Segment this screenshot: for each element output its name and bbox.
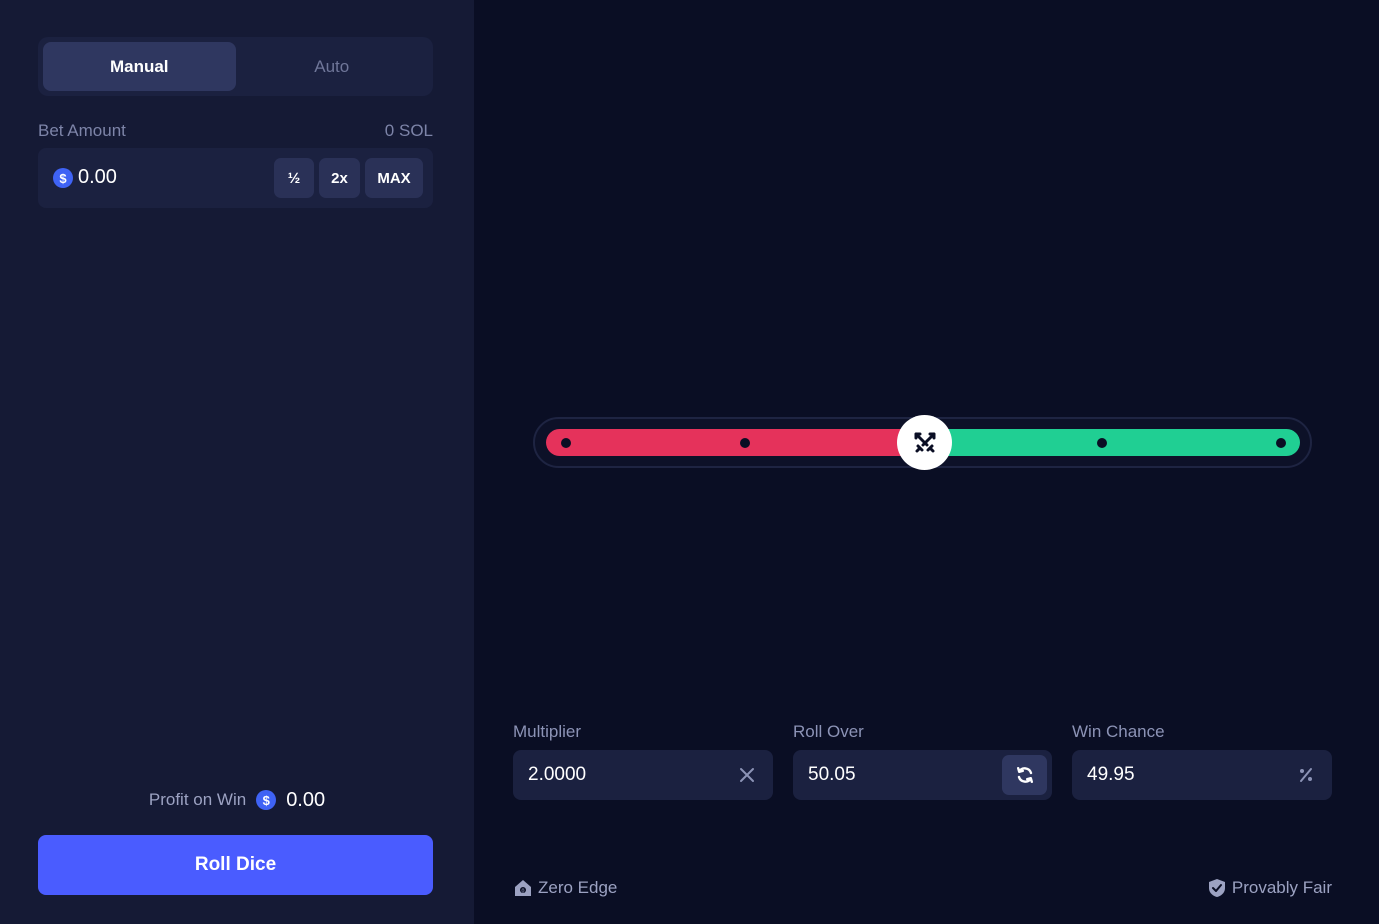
slider-lose-range [546,429,926,456]
slider-tick [740,438,750,448]
roll-over-field[interactable]: 50.05 [793,750,1052,800]
win-chance-field[interactable]: 49.95 [1072,750,1332,800]
bet-amount-label: Bet Amount [38,121,126,140]
tab-auto[interactable]: Auto [236,42,429,91]
multiplier-field[interactable]: 2.0000 [513,750,773,800]
roll-over-value[interactable]: 50.05 [808,764,856,786]
double-bet-button[interactable]: 2x [319,158,360,198]
slider-tick [561,438,571,448]
provably-fair-link[interactable]: Provably Fair [1207,878,1332,898]
roll-dice-button[interactable]: Roll Dice [38,835,433,895]
win-chance-value[interactable]: 49.95 [1087,764,1135,786]
max-bet-button[interactable]: MAX [365,158,423,198]
win-chance-label: Win Chance [1072,722,1165,741]
half-bet-button[interactable]: ½ [274,158,314,198]
swap-roll-button[interactable] [1002,755,1047,795]
mode-toggle: Manual Auto [38,37,433,96]
coin-icon: $ [256,790,277,810]
multiplier-label: Multiplier [513,722,582,741]
slider-win-range [926,429,1300,456]
slider-handle[interactable] [897,415,952,470]
slider-tick [1276,438,1286,448]
provably-fair-label: Provably Fair [1231,878,1332,897]
percent-icon [1296,765,1316,785]
slider-tick [1097,438,1107,448]
bet-sidebar: Manual Auto Bet Amount 0 SOL $ 0.00 ½ 2x… [0,0,474,924]
house-icon: 0 [515,880,531,896]
bet-amount-value[interactable]: 0.00 [78,166,117,189]
coin-icon: $ [53,168,73,188]
tab-manual[interactable]: Manual [43,42,236,91]
bet-amount-field[interactable]: $ 0.00 ½ 2x MAX [38,148,433,208]
zero-edge-label: Zero Edge [538,878,618,897]
multiplier-value[interactable]: 2.0000 [528,764,586,786]
profit-on-win: Profit on Win $ 0.00 [0,788,474,812]
bet-balance: 0 SOL [384,121,433,140]
crossed-swords-icon [914,432,935,452]
svg-text:0: 0 [521,889,524,895]
dice-slider[interactable] [533,415,1312,470]
profit-label: Profit on Win [148,790,247,809]
roll-over-label: Roll Over [793,722,864,741]
close-icon [737,765,757,785]
refresh-icon [1016,767,1033,783]
zero-edge-link[interactable]: 0 Zero Edge [513,878,617,898]
profit-value: 0.00 [286,788,326,811]
shield-check-icon [1208,879,1225,897]
